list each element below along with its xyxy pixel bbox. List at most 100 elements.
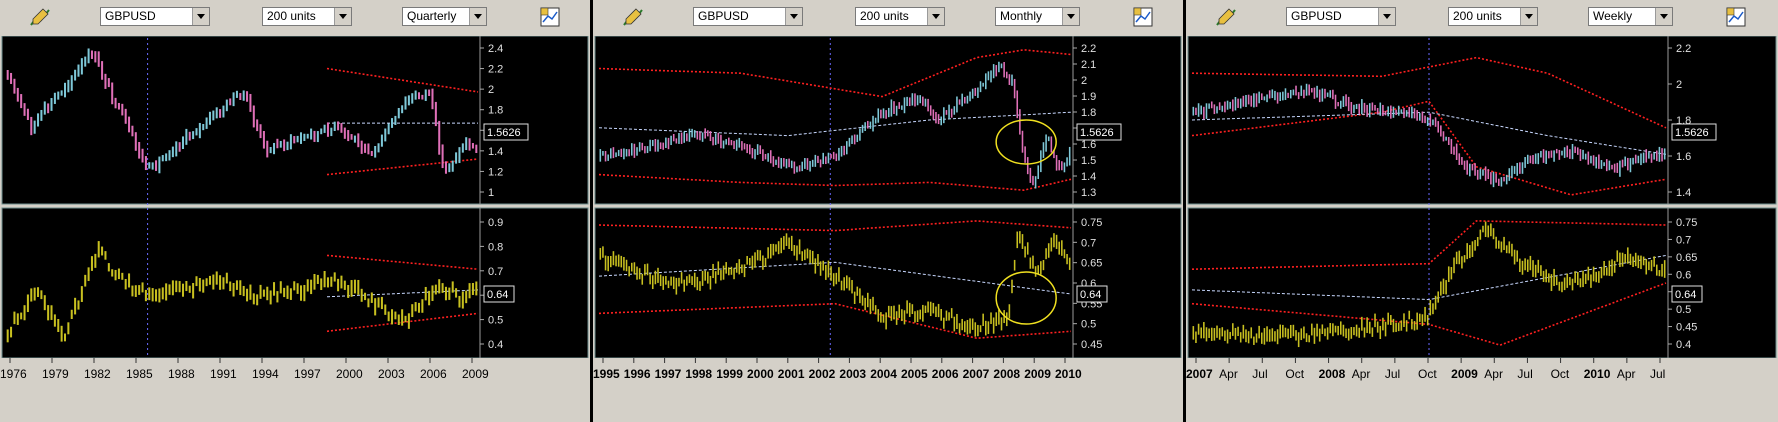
time-tick-label: 1996	[624, 367, 651, 381]
time-tick-label: 1997	[294, 367, 321, 381]
time-tick-label: Apr	[1219, 367, 1238, 381]
indicator-tick-label: 0.6	[1676, 269, 1691, 281]
indicator-tick-label: 0.5	[488, 315, 503, 327]
time-tick-label: 2000	[747, 367, 774, 381]
chart-panel-monthly: GBPUSD 200 units Monthly 2.2 2.1 2 1.9 1.8 1.…	[593, 0, 1183, 422]
price-chart[interactable]: 2.22.121.91.81.71.61.51.41.30.750.70.650…	[593, 36, 1183, 422]
time-tick-label: 2009	[462, 367, 489, 381]
symbol-select[interactable]: GBPUSD	[693, 7, 803, 26]
chevron-down-icon[interactable]	[334, 8, 351, 25]
time-tick-label: 2010	[1584, 367, 1611, 381]
chevron-down-icon[interactable]	[1655, 8, 1672, 25]
chevron-down-icon[interactable]	[1062, 8, 1079, 25]
indicator-tick-label: 0.75	[1081, 217, 1102, 229]
time-tick-label: 1991	[210, 367, 237, 381]
chevron-down-icon[interactable]	[469, 8, 486, 25]
period-select[interactable]: Monthly	[995, 7, 1080, 26]
price-tick-label: 2	[488, 84, 494, 96]
indicator-tick-label: 0.75	[1676, 217, 1697, 229]
indicator-tick-label: 0.7	[1676, 234, 1691, 246]
price-tick-label: 1.8	[488, 105, 503, 117]
indicator-tick-label: 0.9	[488, 217, 503, 229]
pencil-chart-icon[interactable]	[28, 6, 52, 28]
units-value: 200 units	[1453, 9, 1502, 23]
price-chart[interactable]: 2.42.221.81.61.41.210.90.80.70.60.50.41.…	[0, 36, 590, 422]
period-select[interactable]: Quarterly	[402, 7, 487, 26]
price-tick-label: 1.3	[1081, 187, 1096, 199]
units-select[interactable]: 200 units	[1448, 7, 1538, 26]
time-tick-label: 2010	[1055, 367, 1082, 381]
indicator-value-label: 0.64	[487, 289, 508, 301]
time-tick-label: Jul	[1650, 367, 1665, 381]
units-select[interactable]: 200 units	[262, 7, 352, 26]
price-tick-label: 2	[1081, 75, 1087, 87]
price-tick-label: 1.4	[1676, 187, 1691, 199]
indicator-tick-label: 0.45	[1081, 339, 1102, 351]
indicator-value-label: 0.64	[1080, 289, 1101, 301]
units-value: 200 units	[860, 9, 909, 23]
price-tick-label: 2.2	[488, 64, 503, 76]
price-chart[interactable]: 2.221.81.61.40.750.70.650.60.550.50.450.…	[1186, 36, 1778, 422]
indicator-tick-label: 0.4	[488, 339, 503, 351]
chevron-down-icon[interactable]	[192, 8, 209, 25]
time-tick-label: 2006	[932, 367, 959, 381]
chevron-down-icon[interactable]	[1378, 8, 1395, 25]
chart-panel-quarterly: GBPUSD 200 units Quarterly 2.42.221.81.6…	[0, 0, 590, 422]
chart-settings-icon[interactable]	[538, 6, 562, 28]
time-tick-label: 1999	[716, 367, 743, 381]
chevron-down-icon[interactable]	[785, 8, 802, 25]
indicator-tick-label: 0.5	[1081, 319, 1096, 331]
price-tick-label: 1.5	[1081, 155, 1096, 167]
time-tick-label: 1994	[252, 367, 279, 381]
time-tick-label: 1985	[126, 367, 153, 381]
time-tick-label: 2003	[839, 367, 866, 381]
chart-panel-weekly: GBPUSD 200 units Weekly 2.2 2 1.8 1.6 1.4 0.7…	[1186, 0, 1778, 422]
time-tick-label: Apr	[1617, 367, 1636, 381]
price-value-label: 1.5626	[1080, 127, 1114, 139]
pencil-chart-icon[interactable]	[1214, 6, 1238, 28]
price-pane	[1, 36, 589, 205]
chevron-down-icon[interactable]	[927, 8, 944, 25]
time-tick-label: 2000	[336, 367, 363, 381]
time-tick-label: Apr	[1484, 367, 1503, 381]
time-tick-label: Apr	[1352, 367, 1371, 381]
indicator-value-label: 0.64	[1675, 289, 1696, 301]
symbol-select[interactable]: GBPUSD	[1286, 7, 1396, 26]
indicator-tick-label: 0.65	[1081, 258, 1102, 270]
time-tick-label: 1982	[84, 367, 111, 381]
period-value: Quarterly	[407, 9, 457, 23]
indicator-tick-label: 0.8	[488, 241, 503, 253]
indicator-tick-label: 0.45	[1676, 322, 1697, 334]
units-select[interactable]: 200 units	[855, 7, 945, 26]
toolbar: GBPUSD 200 units Weekly	[1186, 0, 1778, 34]
time-tick-label: 2007	[1186, 367, 1213, 381]
time-tick-label: 2003	[378, 367, 405, 381]
pencil-chart-icon[interactable]	[621, 6, 645, 28]
chevron-down-icon[interactable]	[1520, 8, 1537, 25]
symbol-select[interactable]: GBPUSD	[100, 7, 210, 26]
period-select[interactable]: Weekly	[1588, 7, 1673, 26]
units-value: 200 units	[267, 9, 316, 23]
time-tick-label: 1976	[0, 367, 27, 381]
price-tick-label: 1.4	[1081, 171, 1096, 183]
time-tick-label: 1998	[685, 367, 712, 381]
price-tick-label: 2	[1676, 79, 1682, 91]
time-tick-label: 2004	[870, 367, 897, 381]
symbol-value: GBPUSD	[105, 9, 156, 23]
price-value-label: 1.5626	[487, 127, 521, 139]
time-tick-label: Jul	[1517, 367, 1532, 381]
time-tick-label: 1997	[655, 367, 682, 381]
time-tick-label: 2002	[809, 367, 836, 381]
time-tick-label: 2008	[1319, 367, 1346, 381]
time-tick-label: 1979	[42, 367, 69, 381]
price-tick-label: 1.6	[1081, 139, 1096, 151]
indicator-tick-label: 0.4	[1676, 339, 1691, 351]
time-tick-label: Oct	[1285, 367, 1304, 381]
indicator-pane	[1187, 207, 1777, 359]
time-tick-label: 2009	[1024, 367, 1051, 381]
time-tick-label: Jul	[1252, 367, 1267, 381]
symbol-value: GBPUSD	[1291, 9, 1342, 23]
price-tick-label: 2.2	[1081, 43, 1096, 55]
chart-settings-icon[interactable]	[1724, 6, 1748, 28]
chart-settings-icon[interactable]	[1131, 6, 1155, 28]
